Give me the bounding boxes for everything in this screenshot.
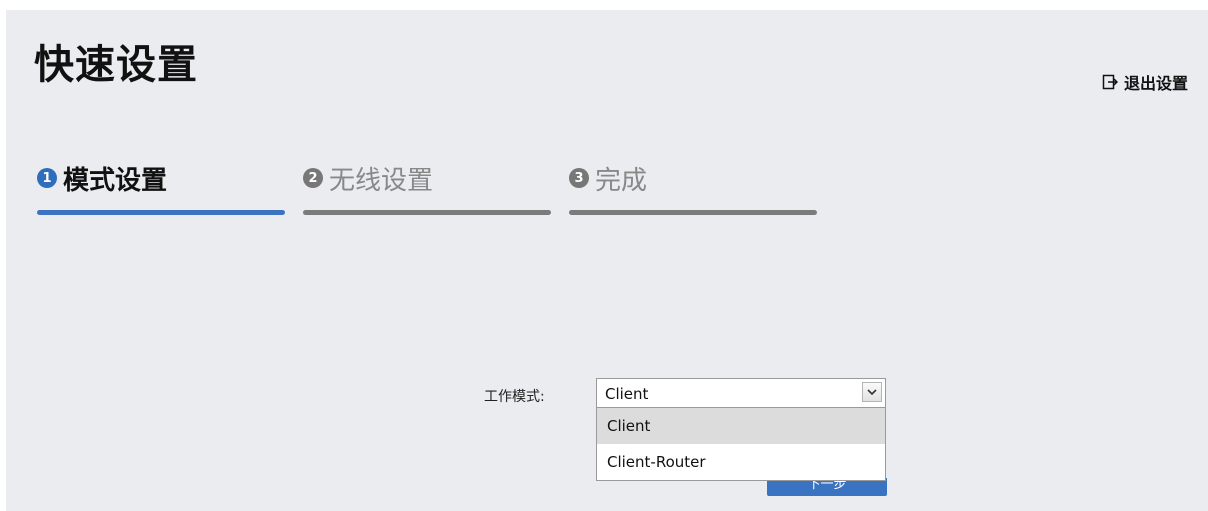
work-mode-select-value: Client — [605, 385, 649, 403]
step-label: 完成 — [595, 165, 648, 196]
step-number-badge: 1 — [37, 168, 57, 188]
step-progress-bar — [303, 210, 551, 215]
dropdown-option-client[interactable]: Client — [597, 408, 885, 444]
page-title: 快速设置 — [34, 42, 198, 88]
step-progress-bar — [37, 210, 285, 215]
step-label: 无线设置 — [329, 165, 434, 196]
exit-setup-label: 退出设置 — [1123, 74, 1188, 93]
work-mode-dropdown-list: Client Client-Router — [596, 408, 886, 481]
exit-setup-link[interactable]: 退出设置 — [1102, 70, 1188, 94]
chevron-down-icon[interactable] — [862, 382, 882, 402]
step-label: 模式设置 — [63, 165, 168, 196]
dropdown-option-client-router[interactable]: Client-Router — [597, 444, 885, 480]
quick-setup-panel: 快速设置 退出设置 1 模式设置 2 无线设置 3 完成 工作模式: 下一步 C… — [6, 10, 1208, 511]
step-mode-setup[interactable]: 1 模式设置 — [37, 160, 285, 215]
step-wireless-setup[interactable]: 2 无线设置 — [303, 160, 551, 215]
step-number-badge: 2 — [303, 168, 323, 188]
step-indicator: 1 模式设置 2 无线设置 3 完成 — [37, 160, 835, 215]
exit-icon — [1102, 74, 1118, 90]
step-complete[interactable]: 3 完成 — [569, 160, 817, 215]
step-progress-bar — [569, 210, 817, 215]
work-mode-select[interactable]: Client — [596, 378, 886, 408]
work-mode-label: 工作模式: — [484, 389, 545, 405]
step-number-badge: 3 — [569, 168, 589, 188]
